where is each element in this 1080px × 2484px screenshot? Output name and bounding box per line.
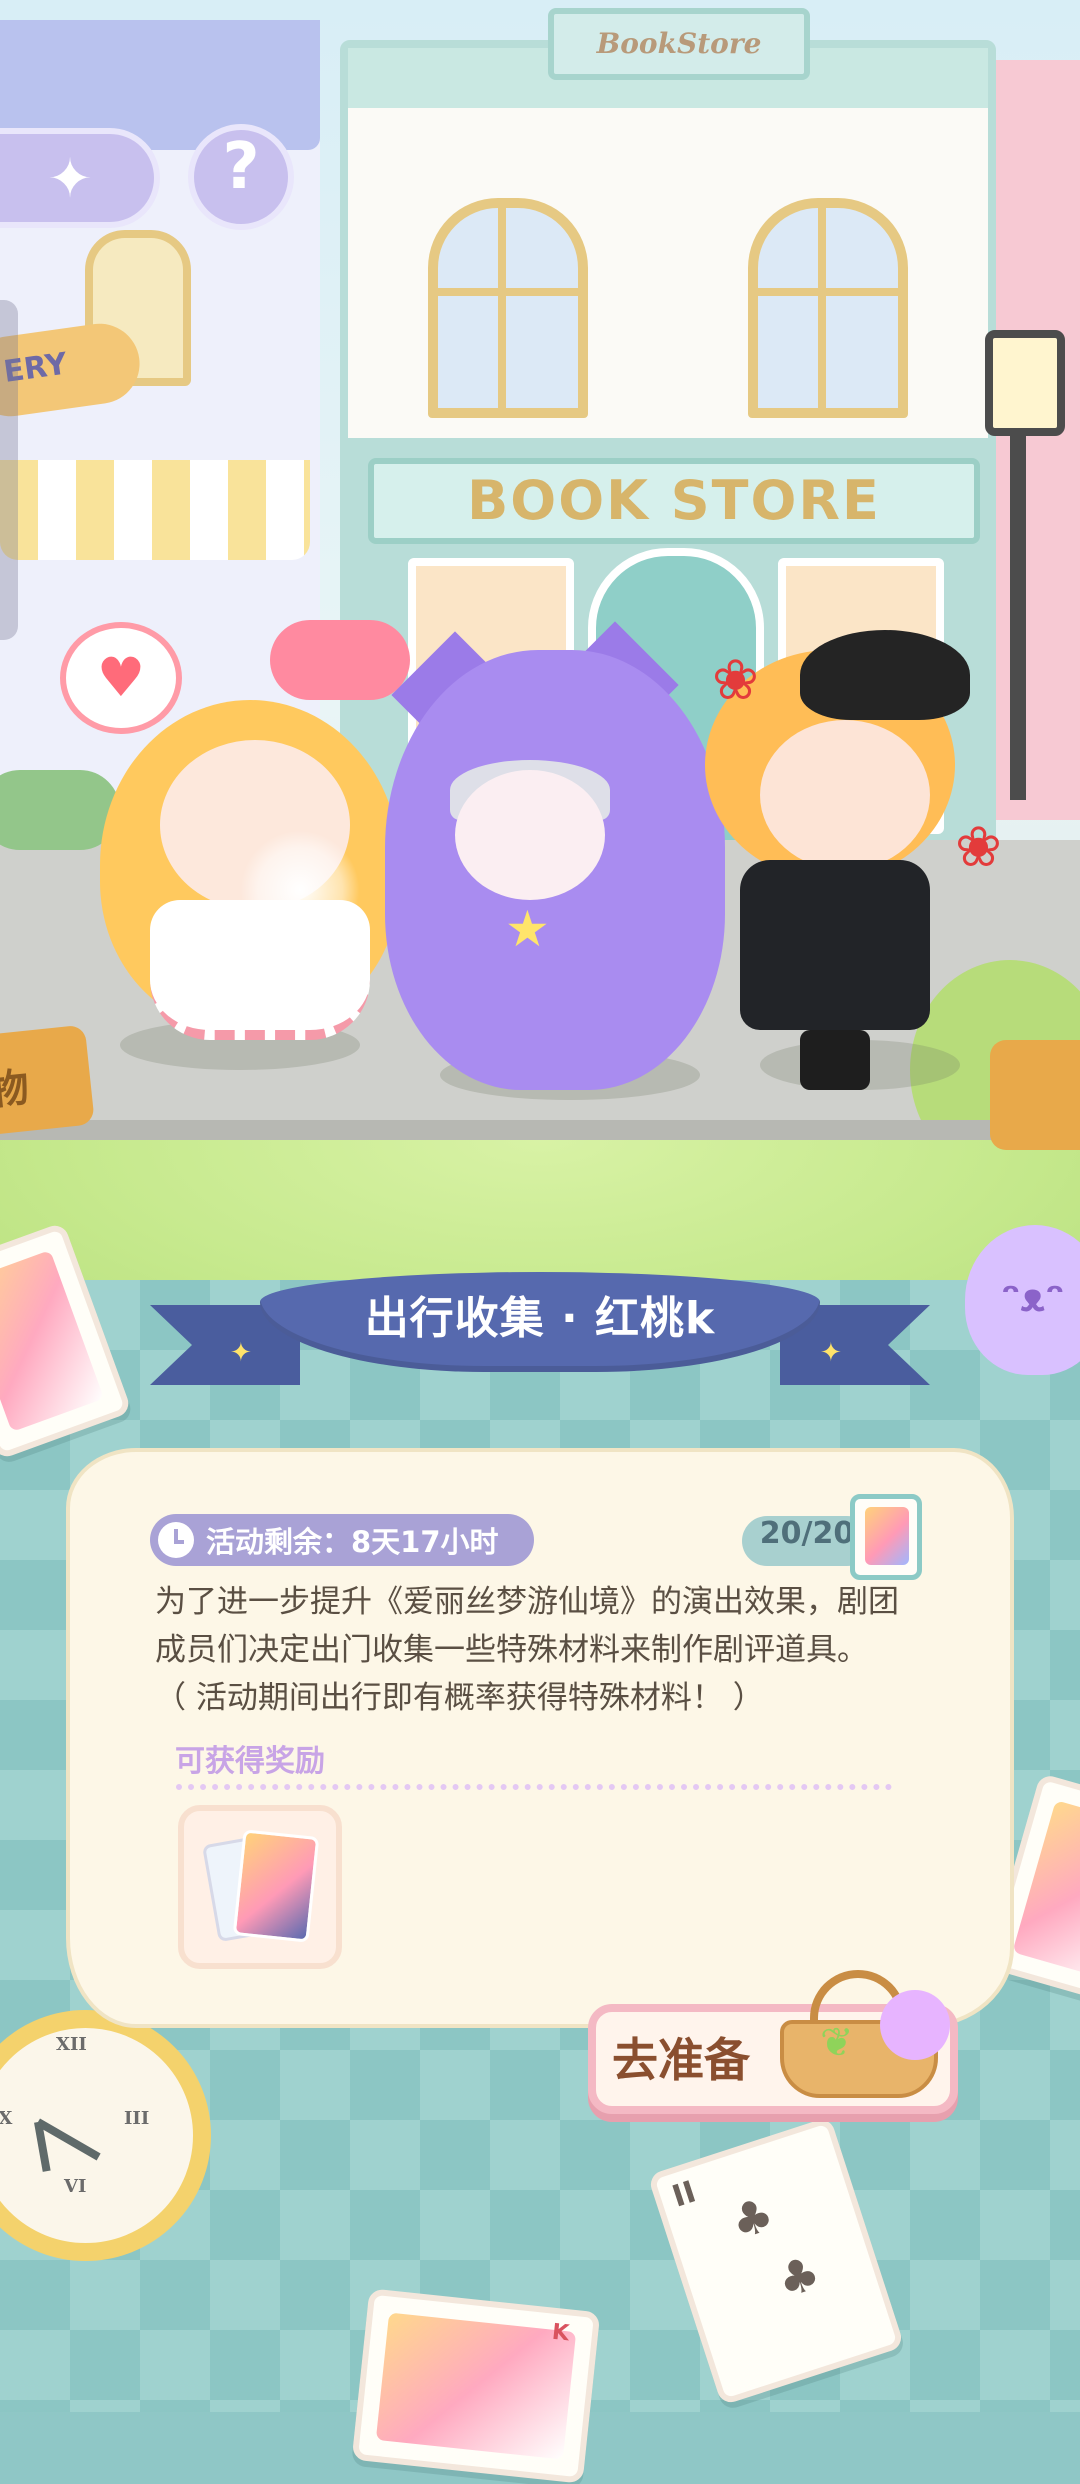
heart-speech-bubble-icon: ♥ (60, 622, 182, 734)
help-button[interactable]: ? (188, 124, 294, 230)
bookstore-upper-window-left (428, 198, 588, 418)
wooden-sign-right (990, 1040, 1080, 1150)
description-line: 为了进一步提升《爱丽丝梦游仙境》的演出效果，剧团 (155, 1584, 899, 1620)
go-prepare-label: 去准备 (612, 2033, 750, 2087)
heart-king-card-icon (850, 1494, 922, 1580)
heart-king-card-decoration: K (351, 2288, 601, 2484)
sparkle-emblem-icon: ✦ (47, 146, 93, 210)
star-icon: ★ (505, 900, 550, 958)
boy-suit (740, 860, 930, 1030)
bookstore-sign: BOOK STORE (368, 458, 980, 544)
street-lamp-icon (985, 330, 1065, 436)
description-line: （ 活动期间出行即有概率获得特殊材料！ ） (155, 1680, 764, 1716)
boy-boot (800, 1030, 870, 1090)
rewards-heading: 可获得奖励 (175, 1744, 325, 1779)
event-title: 出行收集 · 红桃k (364, 1293, 716, 1344)
bookstore-upper-window-right (748, 198, 908, 418)
boy-hat (800, 630, 970, 720)
picnic-basket-icon: ❦ (780, 1970, 950, 2098)
magic-glow-icon (240, 830, 360, 950)
rose-icon: ❀ (955, 815, 1002, 880)
timer-label: 活动剩余：8天17小时 (206, 1525, 499, 1559)
pink-building (990, 60, 1080, 820)
star-icon: ✦ (230, 1338, 252, 1368)
star-icon: ✦ (820, 1338, 842, 1368)
rose-icon: ❀ (712, 648, 759, 713)
clock-numeral: VI (64, 2176, 87, 2197)
clock-numeral: IX (0, 2108, 13, 2129)
dotted-divider (176, 1784, 892, 1790)
clock-icon (158, 1522, 194, 1558)
event-description: 为了进一步提升《爱丽丝梦游仙境》的演出效果，剧团 成员们决定出门收集一些特殊材料… (155, 1578, 955, 1722)
clock-numeral: III (124, 2108, 150, 2129)
side-drawer-handle[interactable] (0, 300, 18, 640)
menu-button[interactable]: ✦ (0, 128, 160, 228)
description-line: 成员们决定出门收集一些特殊材料来制作剧评道具。 (155, 1632, 868, 1668)
card-rank: K (550, 2319, 571, 2347)
wooden-sign-text: 物 (0, 1064, 32, 1115)
club-suit-icon: ♣ (770, 2244, 827, 2309)
event-timer: 活动剩余：8天17小时 (150, 1514, 534, 1566)
reward-item-slot[interactable] (178, 1805, 342, 1969)
cat-character-face (455, 770, 605, 900)
bakery-awning (0, 460, 310, 560)
boy-face (760, 720, 930, 870)
clock-numeral: XII (56, 2034, 87, 2055)
wooden-sign-left: 物 (0, 1024, 95, 1136)
alice-bow-icon (270, 620, 410, 700)
card-rank: II (668, 2174, 701, 2215)
bookstore-top-sign: BookStore (548, 8, 810, 80)
heart-king-card-icon (232, 1829, 320, 1943)
club-suit-icon: ♣ (724, 2186, 781, 2251)
